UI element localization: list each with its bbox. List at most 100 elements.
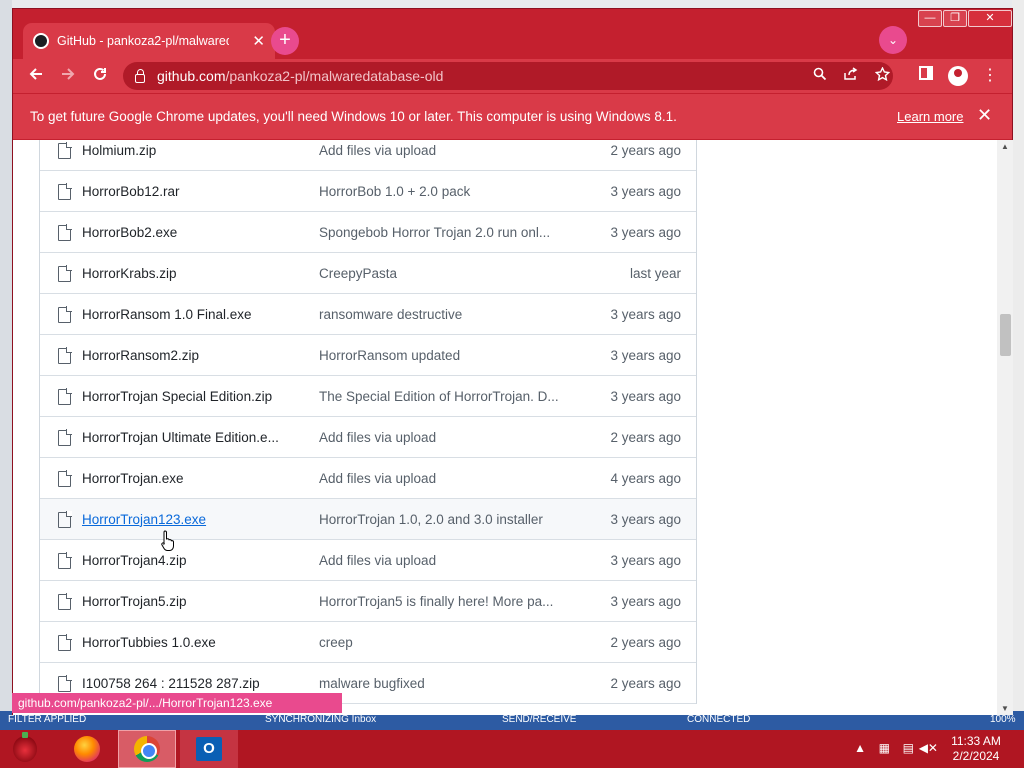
commit-age: 2 years ago (610, 675, 681, 691)
file-name[interactable]: HorrorTubbies 1.0.exe (82, 635, 297, 650)
share-icon[interactable] (843, 67, 858, 84)
file-name[interactable]: HorrorTrojan4.zip (82, 553, 297, 568)
update-infobar: To get future Google Chrome updates, you… (13, 93, 1012, 139)
minimize-button[interactable]: — (918, 10, 942, 27)
commit-message[interactable]: HorrorRansom updated (319, 348, 569, 363)
browser-toolbar: github.com/pankoza2-pl/malwaredatabase-o… (13, 59, 1012, 93)
bookmark-star-icon[interactable] (874, 66, 891, 85)
file-icon (58, 306, 72, 323)
file-row[interactable]: HorrorBob12.rar HorrorBob 1.0 + 2.0 pack 3… (40, 171, 696, 212)
file-row[interactable]: Holmium.zip Add files via upload 2 years a… (40, 140, 696, 171)
chrome-icon (134, 736, 160, 762)
file-row[interactable]: HorrorTrojan4.zip Add files via upload 3 y… (40, 540, 696, 581)
file-name[interactable]: HorrorTrojan Special Edition.zip (82, 389, 297, 404)
commit-age: last year (629, 265, 681, 281)
chrome-window: GitHub - pankoza2-pl/malwaredatabase-old… (12, 8, 1013, 715)
start-button[interactable] (0, 730, 50, 768)
menu-dots-icon[interactable]: ⋮ (977, 63, 1003, 89)
commit-age: 3 years ago (610, 183, 681, 199)
commit-message[interactable]: HorrorTrojan5 is finally here! More pa..… (319, 594, 569, 609)
file-icon (58, 142, 72, 159)
clock[interactable]: 11:33 AM 2/2/2024 (946, 734, 1006, 764)
tray-overflow-icon[interactable]: ▲ (854, 741, 866, 755)
file-name-link[interactable]: HorrorTrojan123.exe (82, 512, 297, 527)
file-icon (58, 224, 72, 241)
network-icon[interactable]: ▤ (903, 741, 914, 755)
file-name[interactable]: HorrorTrojan Ultimate Edition.e... (82, 430, 297, 445)
page-scrollbar[interactable]: ▲ ▼ (997, 140, 1013, 715)
file-row[interactable]: HorrorTrojan Special Edition.zip The Spec… (40, 376, 696, 417)
file-row[interactable]: HorrorKrabs.zip CreepyPasta last year (40, 253, 696, 294)
tab-github[interactable]: GitHub - pankoza2-pl/malwaredatabase-old… (23, 23, 275, 59)
new-tab-button[interactable]: + (271, 27, 299, 55)
file-row[interactable]: HorrorTubbies 1.0.exe creep 2 years ago (40, 622, 696, 663)
file-name[interactable]: HorrorTrojan.exe (82, 471, 297, 486)
commit-age: 2 years ago (610, 634, 681, 650)
infobar-message: To get future Google Chrome updates, you… (30, 109, 677, 124)
commit-message[interactable]: HorrorTrojan 1.0, 2.0 and 3.0 installer (319, 512, 569, 527)
file-icon (58, 470, 72, 487)
commit-message[interactable]: Add files via upload (319, 430, 569, 445)
lock-icon (135, 68, 145, 83)
file-row[interactable]: HorrorRansom 1.0 Final.exe ransomware des… (40, 294, 696, 335)
close-icon[interactable]: ✕ (977, 105, 992, 126)
scroll-up-arrow-icon[interactable]: ▲ (997, 142, 1013, 151)
commit-age: 2 years ago (610, 142, 681, 158)
commit-age: 3 years ago (610, 388, 681, 404)
file-name[interactable]: HorrorRansom2.zip (82, 348, 297, 363)
commit-message[interactable]: Add files via upload (319, 553, 569, 568)
clock-date: 2/2/2024 (952, 749, 1000, 763)
reload-button[interactable] (87, 63, 113, 89)
ornament-icon (13, 732, 37, 762)
zoom-icon[interactable] (813, 67, 827, 84)
commit-message[interactable]: Spongebob Horror Trojan 2.0 run onl... (319, 225, 569, 240)
commit-message[interactable]: Add files via upload (319, 471, 569, 486)
file-icon (58, 552, 72, 569)
file-name[interactable]: HorrorBob2.exe (82, 225, 297, 240)
file-name[interactable]: I100758 264 : 211528 287.zip (82, 676, 297, 691)
outlook-icon: O (196, 737, 222, 761)
file-row[interactable]: HorrorTrojan.exe Add files via upload 4 ye… (40, 458, 696, 499)
address-bar[interactable]: github.com/pankoza2-pl/malwaredatabase-o… (123, 62, 893, 90)
scroll-down-arrow-icon[interactable]: ▼ (997, 704, 1013, 713)
file-row[interactable]: HorrorTrojan5.zip HorrorTrojan5 is finall… (40, 581, 696, 622)
commit-message[interactable]: ransomware destructive (319, 307, 569, 322)
url-path: /pankoza2-pl/malwaredatabase-old (225, 68, 444, 84)
scroll-thumb[interactable] (1000, 314, 1011, 356)
commit-message[interactable]: HorrorBob 1.0 + 2.0 pack (319, 184, 569, 199)
taskbar-outlook[interactable]: O (180, 730, 238, 768)
file-name[interactable]: HorrorTrojan5.zip (82, 594, 297, 609)
commit-age: 3 years ago (610, 511, 681, 527)
back-button[interactable] (23, 63, 49, 89)
taskbar-chrome[interactable] (118, 730, 176, 768)
taskbar-firefox[interactable] (58, 730, 116, 768)
reload-icon (94, 67, 106, 80)
volume-muted-icon[interactable]: ◀✕ (919, 741, 938, 755)
commit-message[interactable]: creep (319, 635, 569, 650)
file-name[interactable]: HorrorRansom 1.0 Final.exe (82, 307, 297, 322)
file-name[interactable]: Holmium.zip (82, 143, 297, 158)
side-panel-icon[interactable] (913, 63, 939, 89)
tab-search-button[interactable]: ⌄ (879, 26, 907, 54)
window-close-button[interactable]: ✕ (968, 10, 1012, 27)
action-center-icon[interactable]: ▦ (879, 741, 890, 755)
connection-status: CONNECTED (687, 714, 751, 725)
commit-message[interactable]: malware bugfixed (319, 676, 569, 691)
file-row[interactable]: HorrorRansom2.zip HorrorRansom updated 3 y… (40, 335, 696, 376)
file-name[interactable]: HorrorKrabs.zip (82, 266, 297, 281)
profile-icon[interactable] (945, 63, 971, 89)
forward-button[interactable] (55, 63, 81, 89)
file-row-hovered[interactable]: HorrorTrojan123.exe HorrorTrojan 1.0, 2.0… (40, 499, 696, 540)
learn-more-link[interactable]: Learn more (897, 109, 963, 124)
file-name[interactable]: HorrorBob12.rar (82, 184, 297, 199)
maximize-button[interactable]: ❐ (943, 10, 967, 27)
commit-age: 3 years ago (610, 224, 681, 240)
file-row[interactable]: HorrorBob2.exe Spongebob Horror Trojan 2.… (40, 212, 696, 253)
commit-message[interactable]: CreepyPasta (319, 266, 569, 281)
commit-message[interactable]: Add files via upload (319, 143, 569, 158)
commit-message[interactable]: The Special Edition of HorrorTrojan. D..… (319, 389, 569, 404)
file-icon (58, 634, 72, 651)
file-row[interactable]: HorrorTrojan Ultimate Edition.e... Add fi… (40, 417, 696, 458)
file-list: Holmium.zip Add files via upload 2 years a… (39, 140, 697, 704)
close-tab-icon[interactable]: ✕ (252, 32, 265, 50)
